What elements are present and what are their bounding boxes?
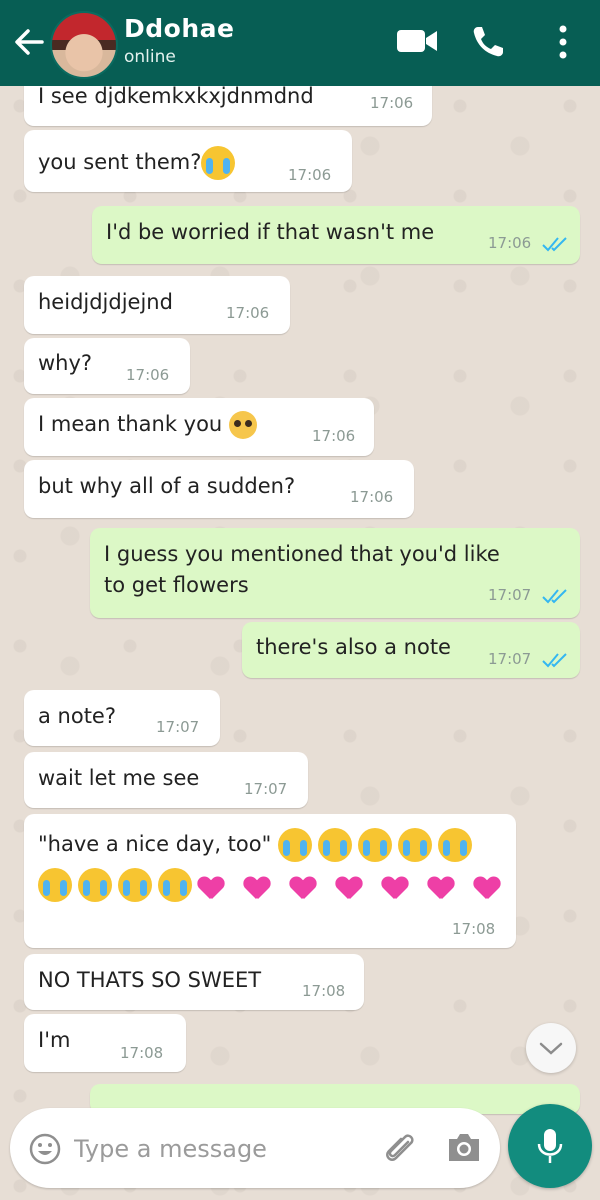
message-text-content: "have a nice day, too" [38, 832, 272, 856]
message-text-line: to get flowers [104, 573, 249, 597]
message-text-line: I guess you mentioned that you'd like [104, 542, 500, 566]
loudly-crying-face-icon [38, 868, 72, 902]
message-time: 17:06 [126, 366, 170, 384]
message-time: 17:06 [350, 488, 394, 506]
mic-icon [537, 1129, 563, 1163]
emoji-row [38, 868, 520, 902]
message-text: a note? [38, 704, 117, 728]
message-text: I'm [38, 1028, 71, 1052]
message-text-content: you sent them? [38, 150, 202, 174]
message-incoming[interactable]: but why all of a sudden? 17:06 [24, 460, 414, 518]
two-hearts-icon [336, 871, 372, 899]
message-time: 17:08 [452, 920, 496, 938]
chat-header: Ddohae online [0, 0, 600, 86]
read-ticks-icon [542, 589, 567, 604]
contact-avatar[interactable] [50, 11, 118, 79]
message-time: 17:06 [226, 304, 270, 322]
message-incoming[interactable]: I mean thank you 17:06 [24, 398, 374, 456]
emoji-icon[interactable] [28, 1132, 62, 1166]
message-time: 17:06 [312, 427, 356, 445]
message-text: heidjdjdjejnd [38, 290, 173, 314]
message-time: 17:08 [120, 1044, 164, 1062]
message-text: there's also a note [256, 635, 451, 659]
two-hearts-icon [198, 871, 234, 899]
message-text: I'd be worried if that wasn't me [106, 220, 435, 244]
message-incoming[interactable]: why? 17:06 [24, 338, 190, 394]
message-text: "have a nice day, too" [38, 828, 478, 862]
two-hearts-icon [382, 871, 418, 899]
contact-status: online [124, 47, 176, 67]
message-text: I mean thank you [38, 411, 257, 439]
scroll-to-bottom-button[interactable] [526, 1023, 576, 1073]
read-ticks-icon [542, 653, 567, 668]
chevron-down-icon [539, 1042, 563, 1055]
message-outgoing[interactable]: I guess you mentioned that you'd like to… [90, 528, 580, 618]
loudly-crying-face-icon [158, 868, 192, 902]
loudly-crying-face-icon [118, 868, 152, 902]
camera-icon[interactable] [446, 1130, 482, 1164]
voice-record-button[interactable] [508, 1104, 592, 1188]
message-input[interactable] [72, 1128, 356, 1170]
loudly-crying-face-icon [201, 146, 236, 180]
message-text-content: I mean thank you [38, 412, 223, 436]
loudly-crying-face-icon [317, 828, 352, 862]
message-incoming[interactable]: you sent them? 17:06 [24, 130, 352, 192]
message-text: why? [38, 351, 93, 375]
loudly-crying-face-icon [357, 828, 392, 862]
loudly-crying-face-icon [437, 828, 472, 862]
message-incoming[interactable]: NO THATS SO SWEET 17:08 [24, 954, 364, 1010]
message-text: you sent them? [38, 146, 241, 180]
message-incoming[interactable]: wait let me see 17:07 [24, 752, 308, 808]
message-time: 17:07 [488, 650, 532, 668]
message-time: 17:06 [288, 166, 332, 184]
message-time: 17:07 [488, 586, 532, 604]
emoji-row [277, 828, 478, 862]
more-options-icon[interactable] [556, 24, 570, 60]
message-text: wait let me see [38, 766, 200, 790]
message-composer [10, 1108, 500, 1188]
video-call-icon[interactable] [396, 24, 438, 58]
message-incoming[interactable]: "have a nice day, too" 17:08 [24, 814, 516, 948]
two-hearts-icon [290, 871, 326, 899]
message-time: 17:07 [156, 718, 200, 736]
message-outgoing[interactable]: I'd be worried if that wasn't me 17:06 [92, 206, 580, 264]
voice-call-icon[interactable] [470, 24, 506, 60]
message-text: I see djdkemkxkxjdnmdnd [38, 84, 314, 108]
message-time: 17:07 [244, 780, 288, 798]
contact-name[interactable]: Ddohae [124, 14, 234, 43]
back-arrow-icon[interactable] [12, 22, 46, 62]
two-hearts-icon [474, 871, 510, 899]
message-outgoing[interactable]: there's also a note 17:07 [242, 622, 580, 678]
message-time: 17:06 [488, 234, 532, 252]
message-time: 17:08 [302, 982, 346, 1000]
message-incoming[interactable]: heidjdjdjejnd 17:06 [24, 276, 290, 334]
attach-icon[interactable] [382, 1128, 418, 1168]
message-time: 17:06 [370, 94, 414, 112]
message-incoming[interactable]: I'm 17:08 [24, 1014, 186, 1072]
two-hearts-icon [428, 871, 464, 899]
loudly-crying-face-icon [78, 868, 112, 902]
message-text: but why all of a sudden? [38, 474, 296, 498]
loudly-crying-face-icon [277, 828, 312, 862]
message-text: NO THATS SO SWEET [38, 968, 262, 992]
message-incoming[interactable]: a note? 17:07 [24, 690, 220, 746]
pleading-face-icon [228, 411, 257, 439]
loudly-crying-face-icon [397, 828, 432, 862]
read-ticks-icon [542, 237, 567, 252]
two-hearts-icon [244, 871, 280, 899]
